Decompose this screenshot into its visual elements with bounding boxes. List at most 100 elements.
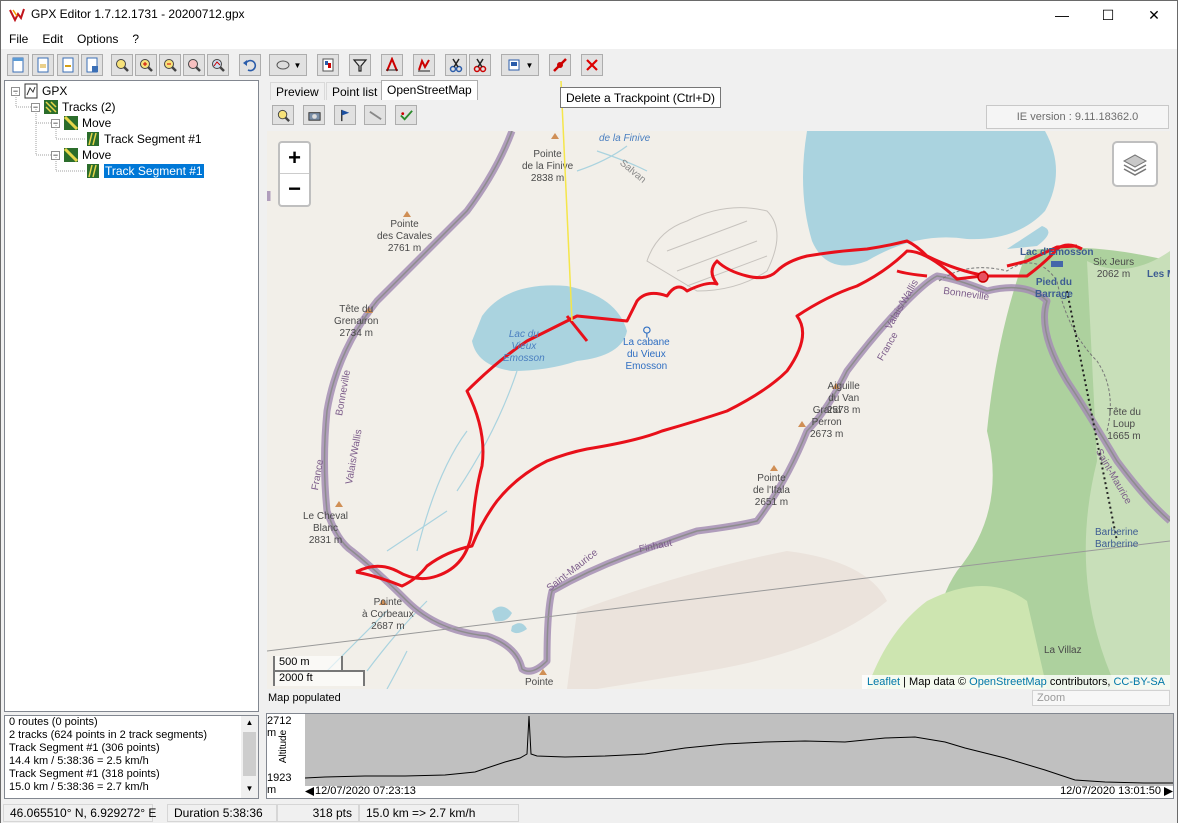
dropdown-arrow-icon: ▼ — [525, 60, 534, 70]
delete-button[interactable] — [581, 54, 603, 76]
map-label: Tête du Grenairon 2734 m — [334, 304, 379, 339]
dam-icon — [1051, 261, 1063, 267]
magnifier-icon — [277, 109, 290, 122]
zoom-fit-button[interactable] — [183, 54, 205, 76]
new-file-button[interactable] — [7, 54, 29, 76]
waypoint-button[interactable] — [334, 105, 356, 125]
join-track-button[interactable] — [413, 54, 435, 76]
tab-point-list[interactable]: Point list — [326, 82, 384, 100]
selected-trackpoint[interactable] — [977, 271, 989, 283]
magnifier-icon — [116, 59, 129, 72]
cut-red-button[interactable] — [469, 54, 491, 76]
app-logo-icon — [9, 8, 25, 23]
new-file-icon — [12, 57, 24, 73]
tree-label: Track Segment #1 — [104, 132, 202, 146]
zoom-out-button[interactable] — [159, 54, 181, 76]
gpx-tree: − GPX − Tracks (2) − Move Track Segment … — [4, 80, 259, 712]
status-bar: 46.065510° N, 6.929272° E Duration 5:38:… — [1, 802, 1177, 823]
map-label: Pointe — [525, 677, 554, 688]
zoom-fit-icon — [188, 59, 201, 72]
title-bar: GPX Editor 1.7.12.1731 - 20200712.gpx — … — [1, 1, 1177, 29]
map-zoom-in-button[interactable]: + — [280, 143, 309, 174]
license-link[interactable]: CC-BY-SA — [1113, 676, 1165, 688]
menu-help[interactable]: ? — [124, 29, 145, 46]
gps-device-dropdown[interactable]: ▼ — [269, 54, 307, 76]
status-coords: 46.065510° N, 6.929272° E — [3, 804, 156, 822]
menu-options[interactable]: Options — [69, 29, 124, 46]
attribution-text: | Map data © — [900, 676, 970, 688]
main-toolbar: ▼ ▼ — [1, 51, 1177, 79]
delete-x-icon — [586, 59, 598, 71]
save-file-button[interactable] — [57, 54, 79, 76]
elevation-profile[interactable]: 2712 m Altitude 1923 m 12/07/2020 07:23:… — [266, 713, 1174, 799]
map-label: Les M — [1147, 269, 1170, 280]
map-status-text: Map populated — [268, 692, 341, 704]
menu-file[interactable]: File — [1, 29, 34, 46]
save-as-button[interactable] — [81, 54, 103, 76]
save-file-icon — [62, 57, 74, 73]
scroll-up-icon[interactable]: ▲ — [241, 716, 258, 730]
info-line: Track Segment #1 (306 points) — [9, 742, 160, 754]
scroll-right-icon[interactable] — [1164, 787, 1173, 796]
maximize-button[interactable]: ☐ — [1085, 1, 1131, 29]
menu-edit[interactable]: Edit — [34, 29, 69, 46]
zoom-in-button[interactable] — [135, 54, 157, 76]
scrollbar-thumb[interactable] — [243, 732, 256, 776]
route-icon — [368, 110, 382, 120]
scroll-down-icon[interactable]: ▼ — [241, 782, 258, 796]
undo-icon — [243, 59, 257, 72]
status-points: 318 pts — [277, 804, 359, 822]
map-view[interactable]: ⚲ de la Finive Pointe de la Finive 2838 … — [267, 131, 1170, 689]
delete-trackpoint-button[interactable] — [549, 54, 571, 76]
status-duration: Duration 5:38:36 — [167, 804, 277, 822]
export-dropdown[interactable]: ▼ — [501, 54, 539, 76]
map-zoom-out-button[interactable]: − — [280, 174, 309, 205]
status-distance: 15.0 km => 2.7 km/h — [359, 804, 519, 822]
zoom-track-button[interactable] — [207, 54, 229, 76]
minimize-icon: — — [1055, 7, 1069, 23]
map-label: Tête du Loup 1665 m — [1107, 407, 1141, 442]
info-scrollbar[interactable]: ▲ ▼ — [241, 716, 258, 798]
gps-device-icon — [276, 60, 290, 70]
map-scale: 500 m 2000 ft — [273, 656, 365, 686]
map-label: Six Jeurs 2062 m — [1093, 257, 1135, 280]
map-label: Pied du Barrage — [1035, 277, 1073, 300]
osm-link[interactable]: OpenStreetMap — [969, 676, 1047, 688]
open-file-icon — [37, 57, 49, 73]
track-draw-button[interactable] — [395, 105, 417, 125]
split-track-button[interactable] — [381, 54, 403, 76]
tab-openstreetmap[interactable]: OpenStreetMap — [381, 80, 478, 101]
map-label: Barberine Barberine — [1095, 527, 1139, 550]
map-label: Le Cheval Blanc 2831 m — [303, 511, 349, 546]
map-label: de la Finive — [599, 133, 651, 144]
ie-version-box: IE version : 9.11.18362.0 — [986, 105, 1169, 129]
map-label: Pointe des Cavales 2761 m — [377, 219, 433, 254]
zoom-button[interactable] — [111, 54, 133, 76]
layers-control-button[interactable] — [1112, 141, 1158, 187]
layers-icon — [1122, 154, 1148, 176]
leaflet-link[interactable]: Leaflet — [867, 676, 900, 688]
cut-button[interactable] — [445, 54, 467, 76]
tree-lines — [15, 93, 85, 172]
map-label: Grand Perron 2673 m — [810, 405, 844, 440]
map-label: La Villaz — [1044, 645, 1082, 656]
screenshot-button[interactable] — [303, 105, 325, 125]
attribution-text: contributors, — [1046, 676, 1114, 688]
open-file-button[interactable] — [32, 54, 54, 76]
filter-button[interactable] — [349, 54, 371, 76]
window-title: GPX Editor 1.7.12.1731 - 20200712.gpx — [31, 7, 245, 21]
map-attribution: Leaflet | Map data © OpenStreetMap contr… — [862, 675, 1170, 689]
zoom-in-icon — [140, 59, 153, 72]
route-button[interactable] — [364, 105, 386, 125]
altitude-min: 1923 m — [267, 772, 292, 796]
properties-button[interactable] — [317, 54, 339, 76]
scroll-left-icon[interactable] — [305, 787, 314, 796]
zoom-field[interactable]: Zoom — [1032, 690, 1170, 706]
menu-bar: File Edit Options? — [1, 29, 1177, 49]
map-zoom-button[interactable] — [272, 105, 294, 125]
close-window-button[interactable]: ✕ — [1131, 1, 1177, 29]
minimize-button[interactable]: — — [1039, 1, 1085, 29]
tab-preview[interactable]: Preview — [270, 82, 325, 100]
scissors-icon — [449, 58, 463, 73]
undo-button[interactable] — [239, 54, 261, 76]
